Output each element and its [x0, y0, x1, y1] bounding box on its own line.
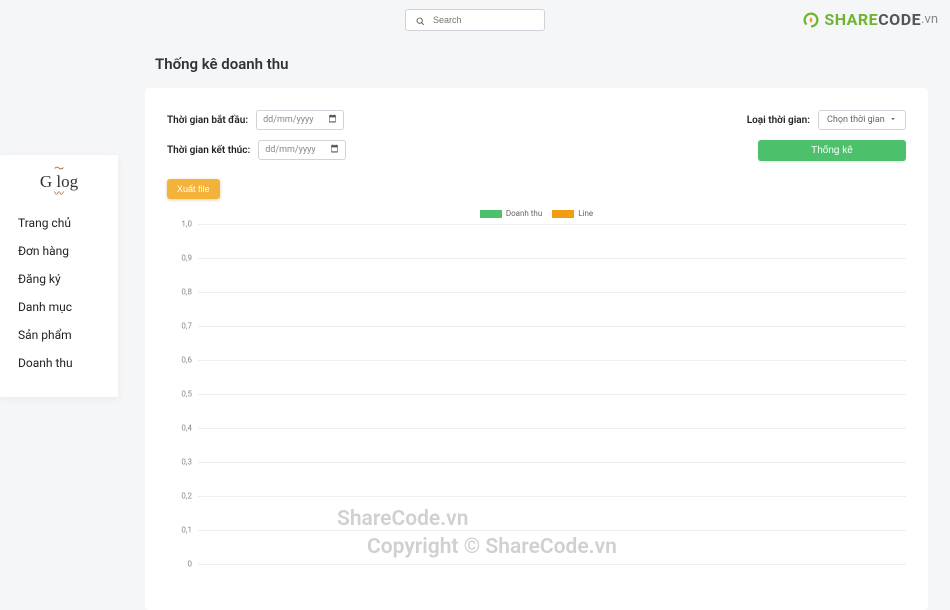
- chart-ytick: 1,0: [170, 220, 192, 229]
- chart-ytick: 0,5: [170, 390, 192, 399]
- chart-ytick: 0,6: [170, 356, 192, 365]
- sidebar-item-revenue[interactable]: Doanh thu: [0, 349, 118, 377]
- chart-ytick: 0,9: [170, 254, 192, 263]
- sidebar: 〜 G log 〰 Trang chủ Đơn hàng Đăng ký Dan…: [0, 155, 118, 397]
- chevron-down-icon: [889, 115, 897, 126]
- search-box[interactable]: [405, 9, 545, 31]
- chart-gridline: [198, 530, 906, 531]
- chart-gridline: [198, 360, 906, 361]
- chart-gridline: [198, 394, 906, 395]
- chart-area: Doanh thu Line 00,10,20,30,40,50,60,70,8…: [167, 207, 906, 577]
- stat-button[interactable]: Thống kê: [758, 140, 906, 161]
- end-date-input[interactable]: dd/mm/yyyy: [258, 140, 346, 160]
- sidebar-item-label: Doanh thu: [18, 356, 73, 370]
- sidebar-item-products[interactable]: Sản phẩm: [0, 321, 118, 349]
- search-input[interactable]: [433, 15, 534, 25]
- start-date-label: Thời gian bắt đầu:: [167, 115, 248, 126]
- sidebar-logo: 〜 G log 〰: [0, 163, 118, 209]
- chart-gridline: [198, 292, 906, 293]
- calendar-icon: [330, 144, 339, 156]
- brand-vn-text: .vn: [921, 12, 938, 27]
- date-placeholder: dd/mm/yyyy: [265, 145, 315, 155]
- sidebar-item-register[interactable]: Đăng ký: [0, 265, 118, 293]
- chart-ytick: 0,8: [170, 288, 192, 297]
- filter-type-row: Loại thời gian: Chọn thời gian: [747, 110, 906, 130]
- chart-ytick: 0: [170, 560, 192, 569]
- brand-code-text: CODE: [878, 10, 921, 29]
- brand-share-text: SHARE: [824, 10, 878, 29]
- brand-logo: SHARECODE.vn: [802, 10, 938, 29]
- select-value: Chọn thời gian: [827, 115, 885, 125]
- chart-grid: 00,10,20,30,40,50,60,70,80,91,0: [197, 224, 906, 564]
- search-icon: [416, 11, 433, 30]
- export-button[interactable]: Xuất file: [167, 179, 220, 199]
- legend-item-line[interactable]: Line: [552, 209, 593, 218]
- main-card: Thời gian bắt đầu: dd/mm/yyyy Thời gian …: [145, 88, 928, 610]
- chart-gridline: [198, 496, 906, 497]
- filters-right: Loại thời gian: Chọn thời gian Thống kê: [747, 110, 906, 161]
- chart-ytick: 0,2: [170, 492, 192, 501]
- date-placeholder: dd/mm/yyyy: [263, 115, 313, 125]
- sidebar-item-label: Đơn hàng: [18, 244, 69, 258]
- chart-gridline: [198, 564, 906, 565]
- chart-gridline: [198, 462, 906, 463]
- legend-swatch: [552, 210, 574, 218]
- chart-gridline: [198, 258, 906, 259]
- brand-icon: [802, 11, 820, 29]
- chart-ytick: 0,1: [170, 526, 192, 535]
- legend-label: Doanh thu: [506, 209, 542, 218]
- sidebar-item-categories[interactable]: Danh mục: [0, 293, 118, 321]
- type-select[interactable]: Chọn thời gian: [818, 110, 906, 130]
- sidebar-item-label: Sản phẩm: [18, 328, 72, 342]
- filters-left: Thời gian bắt đầu: dd/mm/yyyy Thời gian …: [167, 110, 346, 160]
- page-title: Thống kê doanh thu: [155, 55, 289, 73]
- legend-item-revenue[interactable]: Doanh thu: [480, 209, 542, 218]
- chart-gridline: [198, 224, 906, 225]
- chart-ytick: 0,4: [170, 424, 192, 433]
- end-date-label: Thời gian kết thúc:: [167, 145, 250, 156]
- start-date-input[interactable]: dd/mm/yyyy: [256, 110, 344, 130]
- sidebar-item-label: Trang chủ: [18, 216, 71, 230]
- sidebar-item-label: Đăng ký: [18, 272, 61, 286]
- filter-end-row: Thời gian kết thúc: dd/mm/yyyy: [167, 140, 346, 160]
- type-label: Loại thời gian:: [747, 115, 810, 126]
- chart-gridline: [198, 326, 906, 327]
- sidebar-item-home[interactable]: Trang chủ: [0, 209, 118, 237]
- legend-swatch: [480, 210, 502, 218]
- chart-gridline: [198, 428, 906, 429]
- chart-ytick: 0,7: [170, 322, 192, 331]
- legend-label: Line: [578, 209, 593, 218]
- filter-start-row: Thời gian bắt đầu: dd/mm/yyyy: [167, 110, 346, 130]
- sidebar-item-orders[interactable]: Đơn hàng: [0, 237, 118, 265]
- sidebar-item-label: Danh mục: [18, 300, 72, 314]
- filters: Thời gian bắt đầu: dd/mm/yyyy Thời gian …: [167, 110, 906, 161]
- chart-legend: Doanh thu Line: [167, 207, 906, 224]
- chart-ytick: 0,3: [170, 458, 192, 467]
- calendar-icon: [328, 114, 337, 126]
